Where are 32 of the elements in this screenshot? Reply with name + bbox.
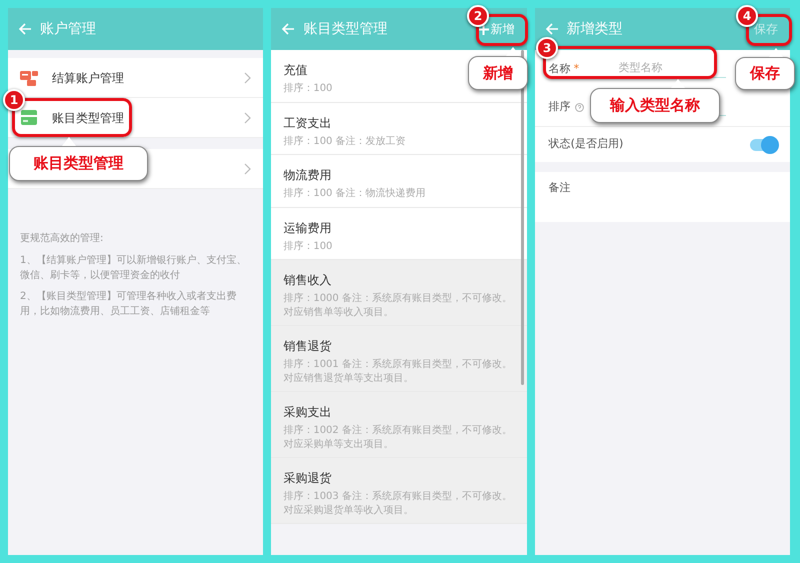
item-detail: 排序：1003 备注：系统原有账目类型，不可修改。对应采购退货单等收入项目。: [283, 490, 513, 517]
header-title: 账户管理: [40, 20, 96, 38]
menu-label: 结算账户管理: [52, 70, 124, 86]
item-name: 充值: [283, 62, 308, 79]
item-detail: 排序：100: [283, 240, 334, 253]
header-title: 账目类型管理: [303, 20, 388, 38]
item-name: 销售退货: [283, 338, 332, 355]
step-tooltip: 1: [3, 89, 25, 111]
field-label: 备注: [548, 180, 572, 196]
help-text: 2、【账目类型管理】可管理各种收入或者支出费用，比如物流费用、员工工资、店铺租金等: [20, 290, 238, 319]
callout-tooltip: 账目类型管理: [9, 137, 148, 181]
item-name: 采购支出: [283, 404, 332, 421]
item-name: 销售收入: [283, 272, 332, 289]
item-name: 物流费用: [283, 167, 332, 184]
item-name: 运输费用: [283, 220, 332, 236]
field-label: 状态(是否启用): [548, 136, 624, 152]
field-label: 排序: [548, 98, 571, 115]
help-heading: 更规范高效的管理:: [20, 232, 104, 246]
item-detail: 排序：1002 备注：系统原有账目类型，不可修改。对应采购单等支出项目。: [283, 424, 513, 451]
callout-tooltip: 新增: [468, 47, 528, 90]
required-mark: *: [574, 62, 580, 75]
header-title: 新增类型: [566, 20, 623, 38]
field-label: 名称: [548, 62, 571, 75]
item-detail: 排序：100 备注：发放工资: [283, 134, 407, 148]
item-detail: 排序：1001 备注：系统原有账目类型，不可修改。对应销售退货单等支出项目。: [283, 358, 513, 385]
item-name: 工资支出: [283, 114, 332, 132]
menu-label: 账目类型管理: [52, 110, 124, 126]
help-text: 1、【结算账户管理】可以新增银行账户、支付宝、微信、刷卡等，以便管理资金的收付: [20, 254, 248, 283]
item-detail: 排序：1000 备注：系统原有账目类型，不可修改。对应销售单等收入项目。: [283, 292, 513, 319]
item-name: 采购退货: [283, 470, 332, 487]
item-detail: 排序：100: [283, 82, 334, 96]
item-detail: 排序：100 备注：物流快递费用: [283, 187, 427, 200]
